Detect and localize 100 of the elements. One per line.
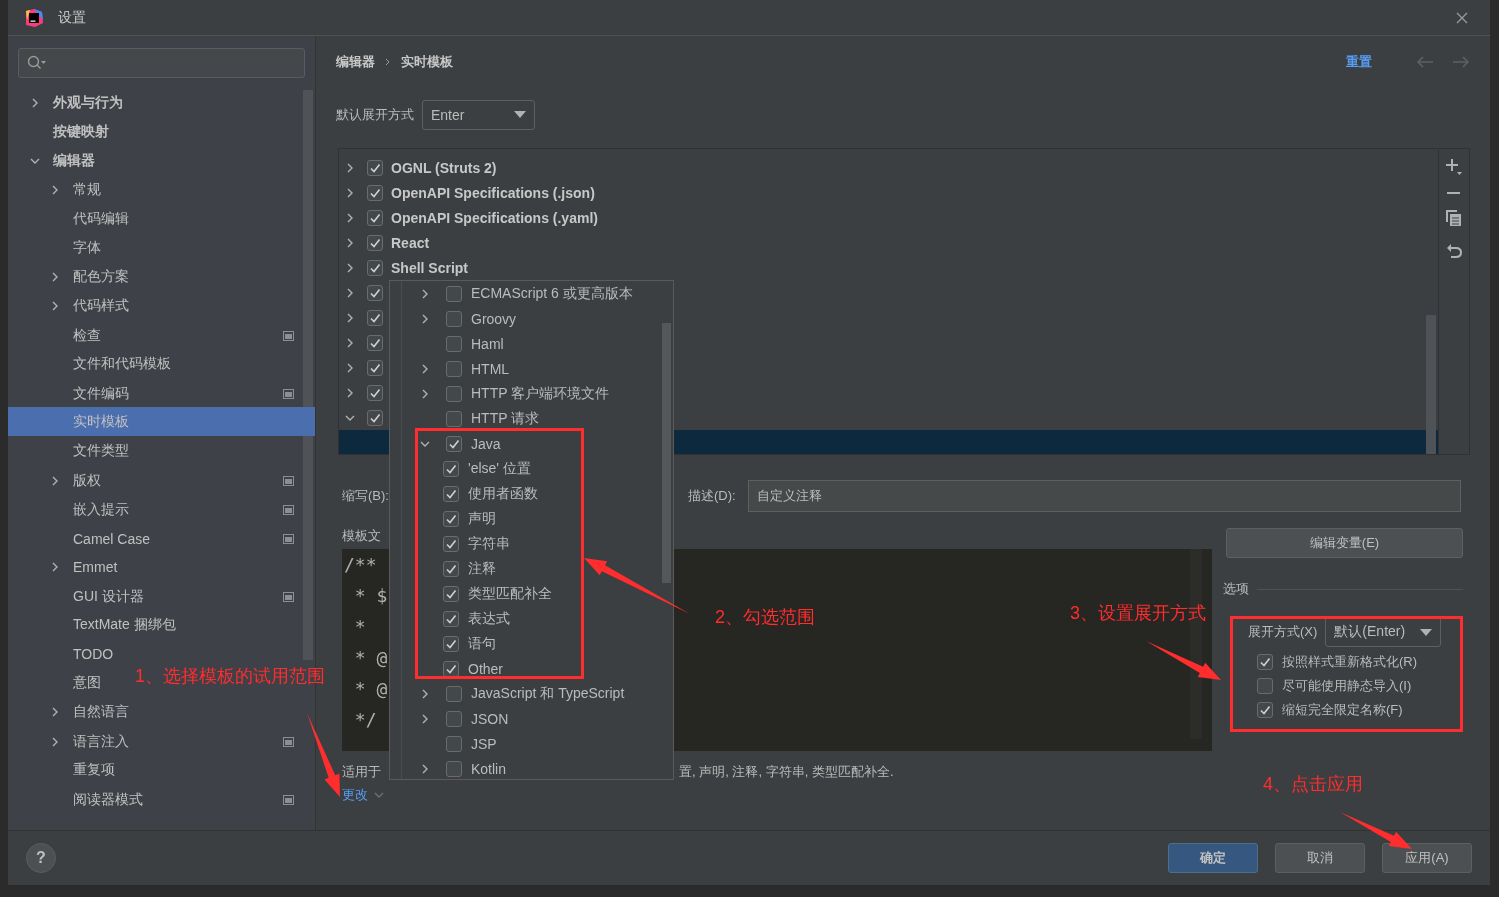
chevron-right-icon[interactable] (345, 187, 355, 198)
checkbox[interactable] (1257, 654, 1273, 670)
sidebar-item[interactable]: 文件类型 (8, 436, 129, 465)
copy-icon[interactable] (1446, 210, 1462, 227)
sidebar-item[interactable]: 字体 (8, 233, 101, 262)
checkbox[interactable] (446, 335, 462, 352)
chevron-right-icon[interactable] (345, 312, 355, 323)
chevron-right-icon[interactable] (50, 184, 60, 195)
chevron-right-icon[interactable] (420, 713, 430, 724)
dialog-button[interactable]: 应用(A) (1382, 843, 1472, 873)
context-option[interactable]: HTTP 请求 (471, 409, 540, 428)
chevron-right-icon[interactable] (50, 271, 60, 282)
chevron-right-icon[interactable] (345, 162, 355, 173)
sidebar-item[interactable]: 按键映射 (8, 117, 109, 146)
context-option[interactable]: Java (471, 435, 501, 452)
template-group-name[interactable]: React (391, 234, 430, 251)
expand-key-dropdown[interactable]: Enter (422, 99, 535, 130)
context-option[interactable]: 类型匹配补全 (468, 584, 552, 603)
checkbox[interactable] (446, 435, 462, 452)
sidebar-item[interactable]: GUI 设计器 (8, 582, 315, 611)
context-option[interactable]: 语句 (468, 634, 496, 653)
dialog-button[interactable]: 取消 (1275, 843, 1365, 873)
context-option[interactable]: JSP (471, 735, 497, 752)
chevron-right-icon[interactable] (50, 475, 60, 486)
context-option[interactable]: Haml (471, 335, 504, 352)
context-option[interactable]: HTML (471, 360, 510, 377)
checkbox[interactable] (367, 409, 383, 426)
checkbox[interactable] (446, 410, 462, 427)
checkbox[interactable] (367, 309, 383, 326)
sidebar-item[interactable]: 检查 (8, 321, 315, 350)
add-icon[interactable] (1445, 158, 1463, 176)
chevron-right-icon[interactable] (50, 561, 60, 572)
context-option[interactable]: 声明 (468, 509, 496, 528)
sidebar-item[interactable]: 配色方案 (8, 262, 129, 291)
chevron-right-icon[interactable] (345, 362, 355, 373)
sidebar-item[interactable]: 语言注入 (8, 727, 315, 756)
expand-with-dropdown[interactable]: 默认(Enter) (1325, 617, 1442, 647)
sidebar-item[interactable]: Camel Case (8, 524, 315, 553)
checkbox[interactable] (367, 234, 383, 251)
sidebar-item[interactable]: 文件编码 (8, 379, 315, 408)
context-option[interactable]: 注释 (468, 559, 496, 578)
context-option[interactable]: HTTP 客户端环境文件 (471, 384, 610, 403)
chevron-right-icon[interactable] (420, 363, 430, 374)
checkbox[interactable] (446, 310, 462, 327)
checkbox[interactable] (367, 209, 383, 226)
description-field[interactable]: 自定义注释 (747, 480, 1461, 512)
scrollbar[interactable] (1426, 315, 1436, 454)
change-link[interactable]: 更改 (342, 786, 368, 804)
checkbox[interactable] (446, 760, 462, 777)
checkbox[interactable] (443, 585, 459, 602)
context-option[interactable]: 表达式 (468, 609, 510, 628)
sidebar-item[interactable]: 自然语言 (8, 697, 129, 726)
chevron-right-icon[interactable] (345, 262, 355, 273)
checkbox[interactable] (367, 259, 383, 276)
chevron-right-icon[interactable] (50, 736, 60, 747)
chevron-right-icon[interactable] (420, 688, 430, 699)
context-option[interactable]: 使用者函数 (468, 484, 538, 503)
checkbox[interactable] (443, 610, 459, 627)
checkbox[interactable] (446, 710, 462, 727)
checkbox[interactable] (367, 184, 383, 201)
context-option[interactable]: Groovy (471, 310, 517, 327)
chevron-right-icon[interactable] (50, 706, 60, 717)
checkbox[interactable] (443, 535, 459, 552)
undo-icon[interactable] (1446, 242, 1462, 258)
chevron-right-icon[interactable] (420, 763, 430, 774)
sidebar-item[interactable]: 代码样式 (8, 291, 129, 320)
context-option[interactable]: ECMAScript 6 或更高版本 (471, 284, 633, 303)
checkbox[interactable] (1257, 678, 1273, 694)
template-group-name[interactable]: Shell Script (391, 259, 469, 276)
search-field[interactable] (18, 48, 305, 78)
scrollbar[interactable] (662, 323, 671, 583)
chevron-right-icon[interactable] (30, 97, 40, 108)
checkbox[interactable] (443, 510, 459, 527)
sidebar-item[interactable]: 意图 (8, 668, 101, 697)
sidebar-item[interactable]: 文件和代码模板 (8, 349, 171, 378)
chevron-right-icon[interactable] (50, 300, 60, 311)
checkbox-label[interactable]: 按照样式重新格式化(R) (1282, 653, 1418, 671)
sidebar-item[interactable]: 编辑器 (8, 146, 95, 175)
context-option[interactable]: 'else' 位置 (468, 459, 531, 478)
dialog-button[interactable]: 确定 (1168, 843, 1258, 873)
checkbox[interactable] (443, 635, 459, 652)
breadcrumb-item[interactable]: 编辑器 (336, 53, 375, 71)
chevron-right-icon[interactable] (345, 212, 355, 223)
sidebar-item[interactable]: 嵌入提示 (8, 495, 315, 524)
edit-variables-button[interactable]: 编辑变量(E) (1226, 528, 1463, 558)
sidebar-item[interactable]: 重复项 (8, 755, 115, 784)
sidebar-item[interactable]: 外观与行为 (8, 88, 123, 117)
chevron-right-icon[interactable] (420, 288, 430, 299)
help-button[interactable]: ? (26, 843, 56, 873)
checkbox-label[interactable]: 尽可能使用静态导入(I) (1282, 677, 1412, 695)
breadcrumb-item[interactable]: 实时模板 (401, 53, 453, 71)
sidebar-item[interactable]: Emmet (8, 552, 118, 581)
scrollbar[interactable] (303, 90, 313, 660)
remove-icon[interactable] (1447, 191, 1461, 195)
chevron-right-icon[interactable] (345, 287, 355, 298)
template-group-name[interactable]: OpenAPI Specifications (.json) (391, 184, 595, 201)
checkbox[interactable] (443, 460, 459, 477)
checkbox[interactable] (367, 159, 383, 176)
checkbox[interactable] (446, 285, 462, 302)
template-group-name[interactable]: OGNL (Struts 2) (391, 159, 497, 176)
